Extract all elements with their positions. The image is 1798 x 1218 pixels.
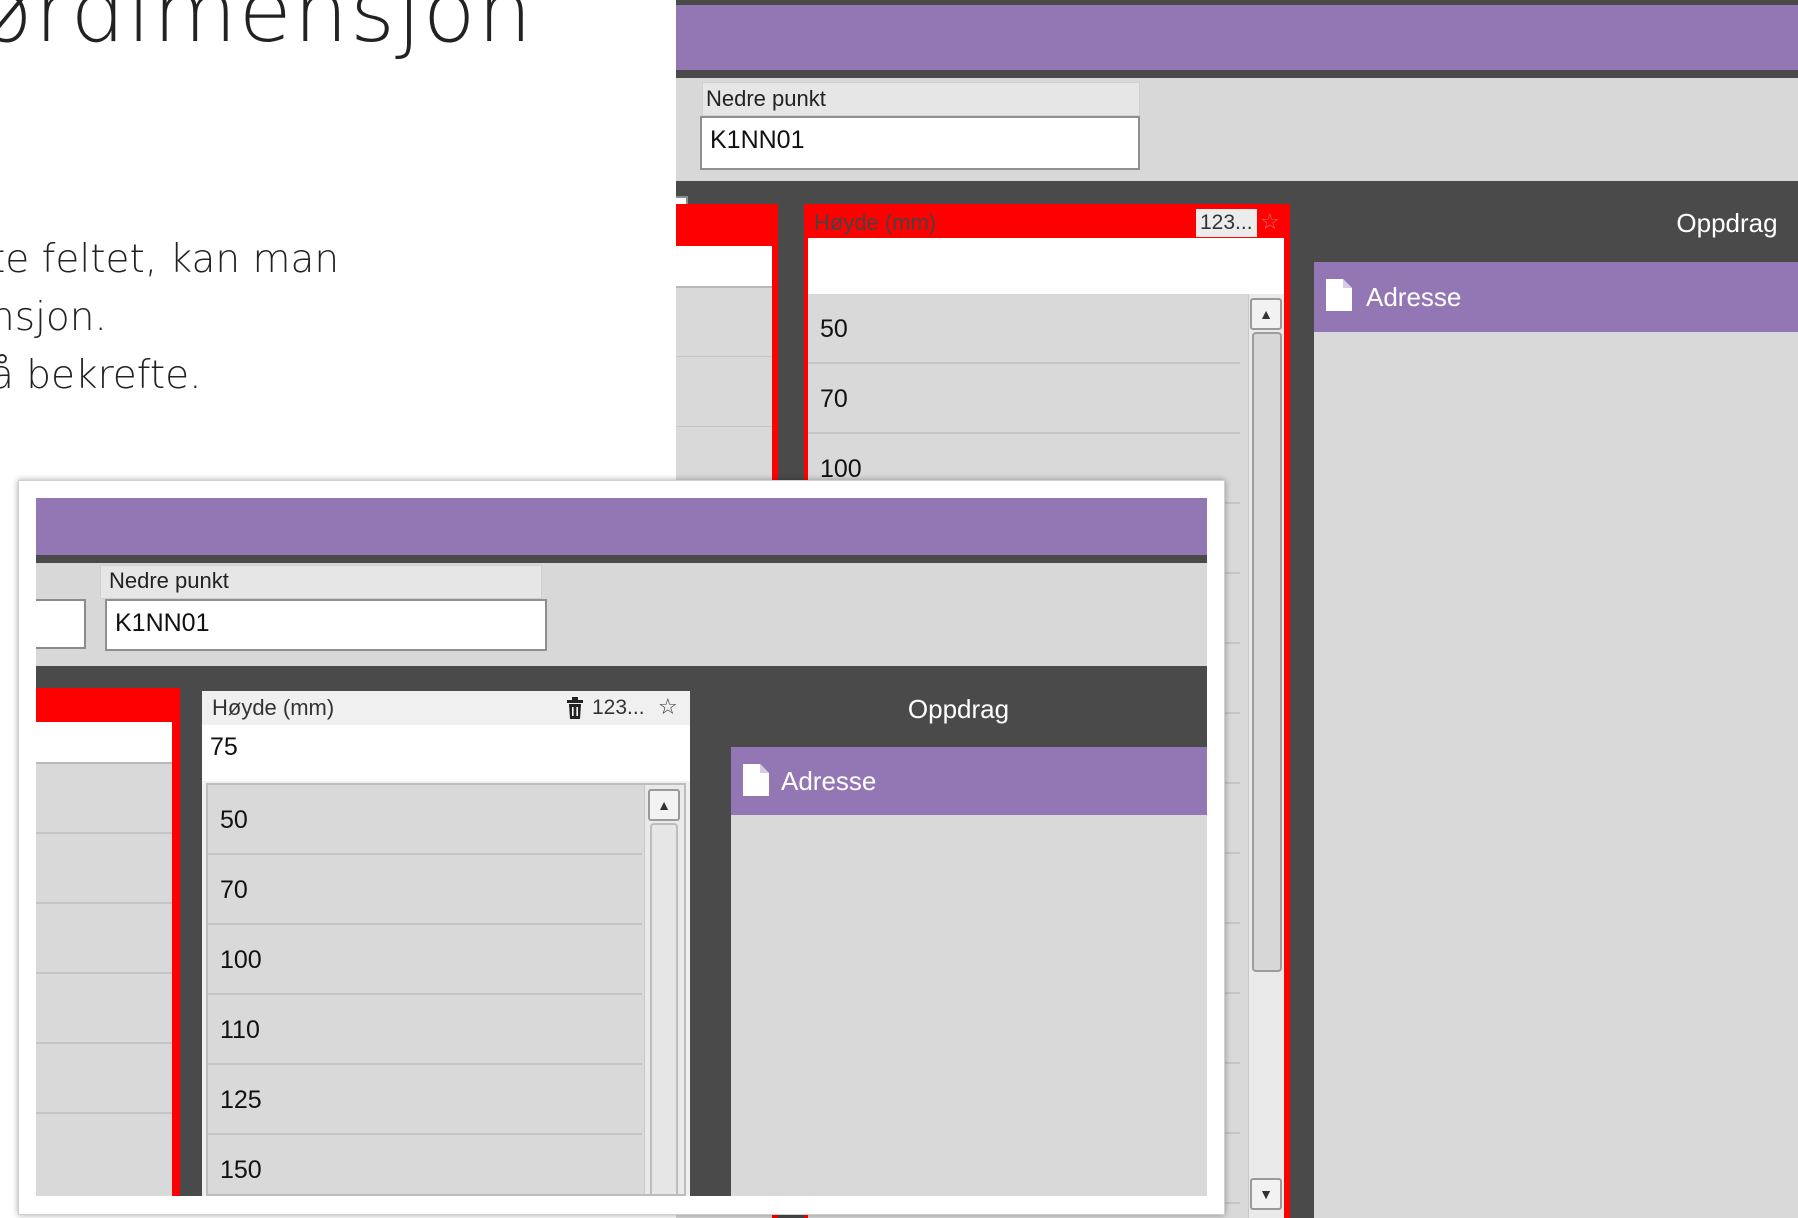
list-item[interactable]: 110 <box>208 995 642 1065</box>
left-column-list <box>36 722 172 1196</box>
scroll-down-icon[interactable]: ▼ <box>1250 1178 1282 1210</box>
title-bar <box>36 498 1207 555</box>
oppdrag-title: Oppdrag <box>1676 208 1778 238</box>
list-row-divider <box>36 1112 172 1114</box>
nedre-punkt-input[interactable]: K1NN01 <box>700 116 1140 170</box>
list-row-divider <box>36 832 172 834</box>
list-item[interactable]: 150 <box>208 1135 642 1194</box>
toolbar: Nedre punkt K1NN01 <box>36 563 1207 666</box>
nedre-punkt-input[interactable]: K1NN01 <box>105 599 547 651</box>
list-item[interactable]: 70 <box>208 855 642 925</box>
slide-bullet-3: å bekrefte. <box>0 353 202 398</box>
nedre-punkt-label: Nedre punkt <box>706 86 826 111</box>
list-item[interactable]: 125 <box>208 1065 642 1135</box>
height-input[interactable] <box>808 238 1284 294</box>
left-column <box>36 688 180 1196</box>
slide-title: ørdimensjon <box>0 0 534 62</box>
height-list: 50 70 100 110 125 150 ▲ <box>206 783 686 1196</box>
list-item[interactable]: 50 <box>208 785 642 855</box>
height-input[interactable]: 75 <box>202 725 690 781</box>
list-row-divider <box>36 902 172 904</box>
toolbar: Nedre punkt K1NN01 <box>676 78 1798 252</box>
slide-bullet-1: te feltet, kan man <box>0 237 340 282</box>
list-item[interactable]: 70 <box>808 364 1240 434</box>
oppdrag-item-adresse[interactable]: Adresse <box>1314 262 1798 332</box>
front-window-content: Nedre punkt K1NN01 Høyde (mm) 123... ☆ 7… <box>36 498 1207 1196</box>
height-column-label: Høyde (mm) <box>814 210 937 235</box>
height-column-label: Høyde (mm) <box>212 695 335 720</box>
scroll-up-icon[interactable]: ▲ <box>648 789 680 821</box>
trash-icon[interactable] <box>566 697 584 719</box>
oppdrag-item-label: Adresse <box>1366 282 1462 312</box>
count-chip[interactable]: 123... <box>588 694 649 722</box>
list-row-divider <box>676 426 772 427</box>
nedre-punkt-label: Nedre punkt <box>109 568 229 593</box>
front-window: Nedre punkt K1NN01 Høyde (mm) 123... ☆ 7… <box>18 480 1225 1215</box>
oppdrag-item-adresse[interactable]: Adresse <box>731 747 1207 815</box>
list-row-divider <box>676 356 772 357</box>
slide-bullet-2: nsjon. <box>0 295 107 340</box>
list-item[interactable]: 100 <box>208 925 642 995</box>
document-icon <box>1326 279 1352 311</box>
previous-field-input[interactable] <box>36 599 86 649</box>
oppdrag-panel <box>1314 262 1798 1218</box>
oppdrag-title: Oppdrag <box>907 694 1010 724</box>
left-column-input[interactable] <box>36 722 172 764</box>
height-column: Høyde (mm) 123... ☆ 75 50 70 100 110 125… <box>202 691 690 1196</box>
list-row-divider <box>36 972 172 974</box>
document-icon <box>743 764 769 796</box>
left-column-input[interactable] <box>676 246 772 288</box>
title-bar <box>676 5 1798 70</box>
oppdrag-item-label: Adresse <box>781 766 877 796</box>
list-item[interactable]: 50 <box>808 294 1240 364</box>
star-outline-icon[interactable]: ☆ <box>658 694 678 720</box>
list-row-divider <box>36 1042 172 1044</box>
scroll-thumb[interactable] <box>650 823 678 1194</box>
scroll-thumb[interactable] <box>1252 332 1282 972</box>
scroll-up-icon[interactable]: ▲ <box>1250 298 1282 330</box>
